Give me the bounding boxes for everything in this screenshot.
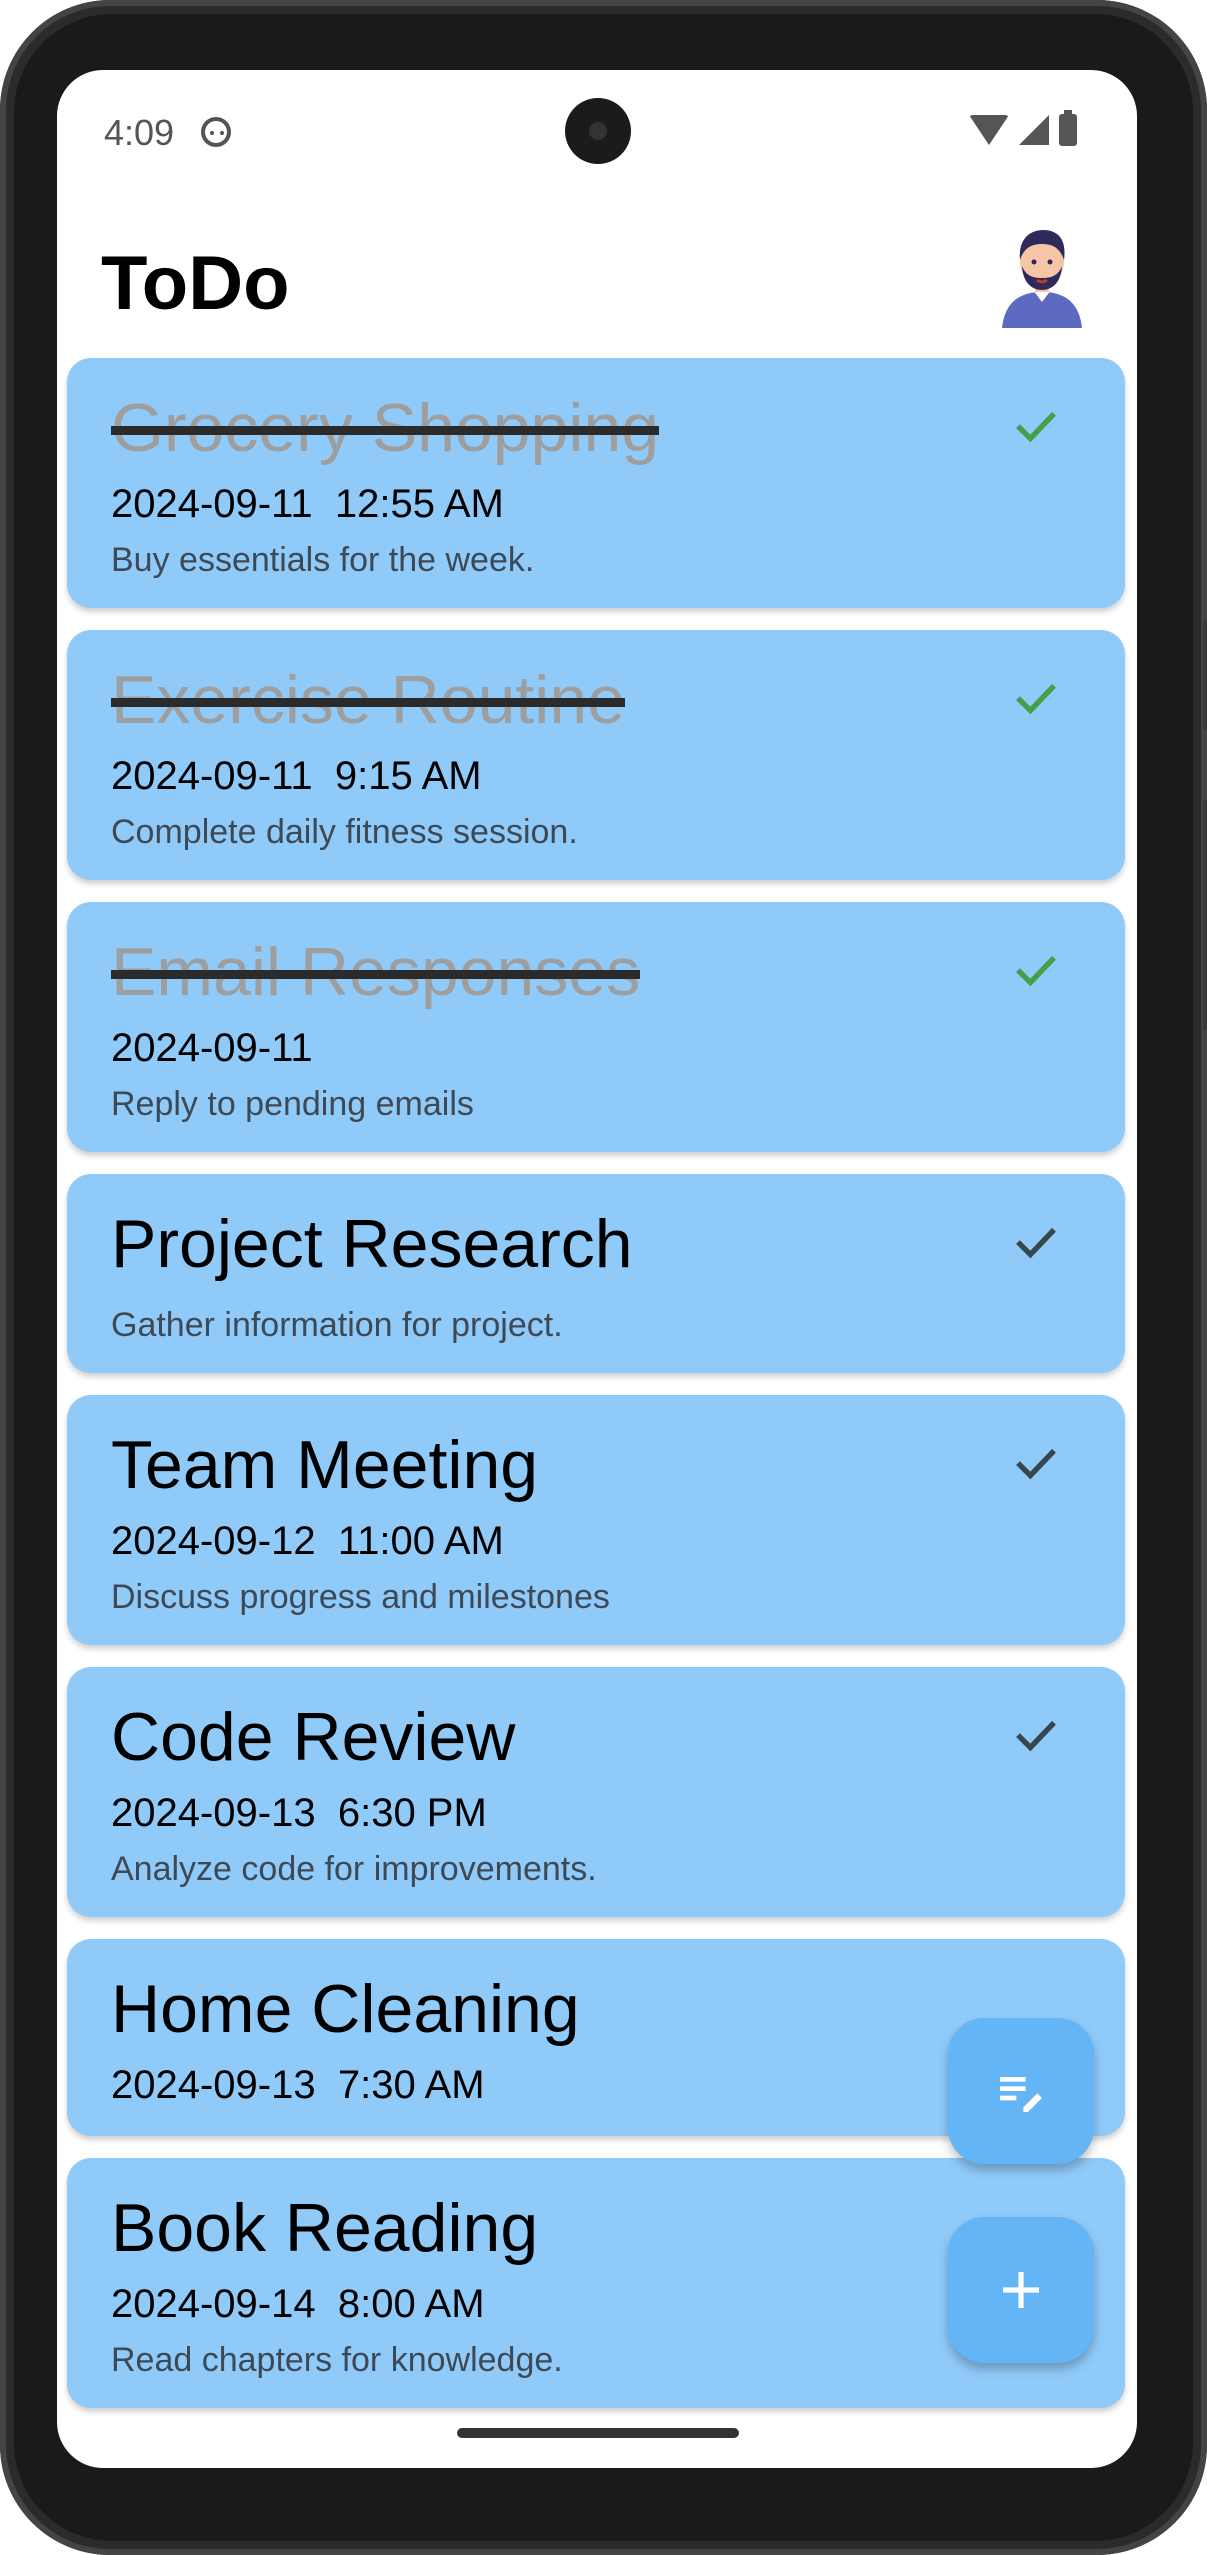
task-card[interactable]: Grocery Shopping 2024-09-11 12:55 AM Buy… xyxy=(67,358,1125,608)
task-card[interactable]: Exercise Routine 2024-09-11 9:15 AM Comp… xyxy=(67,630,1125,880)
task-description: Complete daily fitness session. xyxy=(111,813,578,851)
check-icon[interactable] xyxy=(1009,1707,1063,1761)
task-title: Project Research xyxy=(111,1206,633,1282)
task-date: 2024-09-11 9:15 AM xyxy=(111,754,482,798)
status-time: 4:09 xyxy=(104,112,175,153)
home-indicator[interactable] xyxy=(457,2428,739,2438)
device-side-button xyxy=(1203,620,1207,730)
task-card[interactable]: Email Responses 2024-09-11 Reply to pend… xyxy=(67,902,1125,1152)
status-bar: 4:09 xyxy=(57,70,1137,200)
task-date: 2024-09-12 11:00 AM xyxy=(111,1519,504,1563)
avatar[interactable] xyxy=(987,218,1097,328)
device-side-button xyxy=(1203,800,1207,1030)
task-description: Analyze code for improvements. xyxy=(111,1850,597,1888)
task-title: Home Cleaning xyxy=(111,1971,580,2047)
task-description: Discuss progress and milestones xyxy=(111,1578,610,1616)
task-title-wrap: Grocery Shopping xyxy=(111,388,1081,468)
task-description: Buy essentials for the week. xyxy=(111,541,535,579)
task-title-wrap: Exercise Routine xyxy=(111,660,1081,740)
task-title: Book Reading xyxy=(111,2190,539,2266)
check-icon[interactable] xyxy=(1009,942,1063,996)
task-card[interactable]: Team Meeting 2024-09-12 11:00 AM Discuss… xyxy=(67,1395,1125,1645)
signal-icon xyxy=(1019,115,1049,145)
edit-note-icon xyxy=(1000,2077,1042,2112)
task-description: Gather information for project. xyxy=(111,1306,563,1344)
task-title: Exercise Routine xyxy=(111,662,626,738)
edit-fab-button[interactable] xyxy=(948,2018,1094,2164)
wifi-icon xyxy=(969,115,1009,145)
task-title: Grocery Shopping xyxy=(111,390,660,466)
task-title: Email Responses xyxy=(111,934,641,1010)
task-card[interactable]: Project Research Gather information for … xyxy=(67,1174,1125,1373)
camera-cutout xyxy=(565,98,631,164)
add-icon xyxy=(1003,2272,1039,2308)
check-icon[interactable] xyxy=(1009,1435,1063,1489)
task-description: Reply to pending emails xyxy=(111,1085,474,1123)
task-date: 2024-09-14 8:00 AM xyxy=(111,2282,485,2326)
task-title-wrap: Email Responses xyxy=(111,932,1081,1012)
check-icon[interactable] xyxy=(1009,398,1063,452)
app-bar: ToDo xyxy=(57,200,1137,350)
phone-screen: 4:09 ToDo Grocery Shopping 2024-09-11 12… xyxy=(57,70,1137,2468)
status-icons xyxy=(969,110,1077,146)
battery-icon xyxy=(1059,110,1077,146)
task-title: Code Review xyxy=(111,1699,516,1775)
add-task-button[interactable] xyxy=(948,2217,1094,2363)
check-icon[interactable] xyxy=(1009,670,1063,724)
task-title: Team Meeting xyxy=(111,1427,539,1503)
task-date: 2024-09-11 12:55 AM xyxy=(111,482,504,526)
task-card[interactable]: Code Review 2024-09-13 6:30 PM Analyze c… xyxy=(67,1667,1125,1917)
notification-icon xyxy=(201,117,231,147)
task-description: Read chapters for knowledge. xyxy=(111,2341,563,2379)
page-title: ToDo xyxy=(101,241,290,326)
task-date: 2024-09-11 xyxy=(111,1026,313,1070)
task-date: 2024-09-13 7:30 AM xyxy=(111,2063,485,2107)
task-date: 2024-09-13 6:30 PM xyxy=(111,1791,487,1835)
check-icon[interactable] xyxy=(1009,1214,1063,1268)
